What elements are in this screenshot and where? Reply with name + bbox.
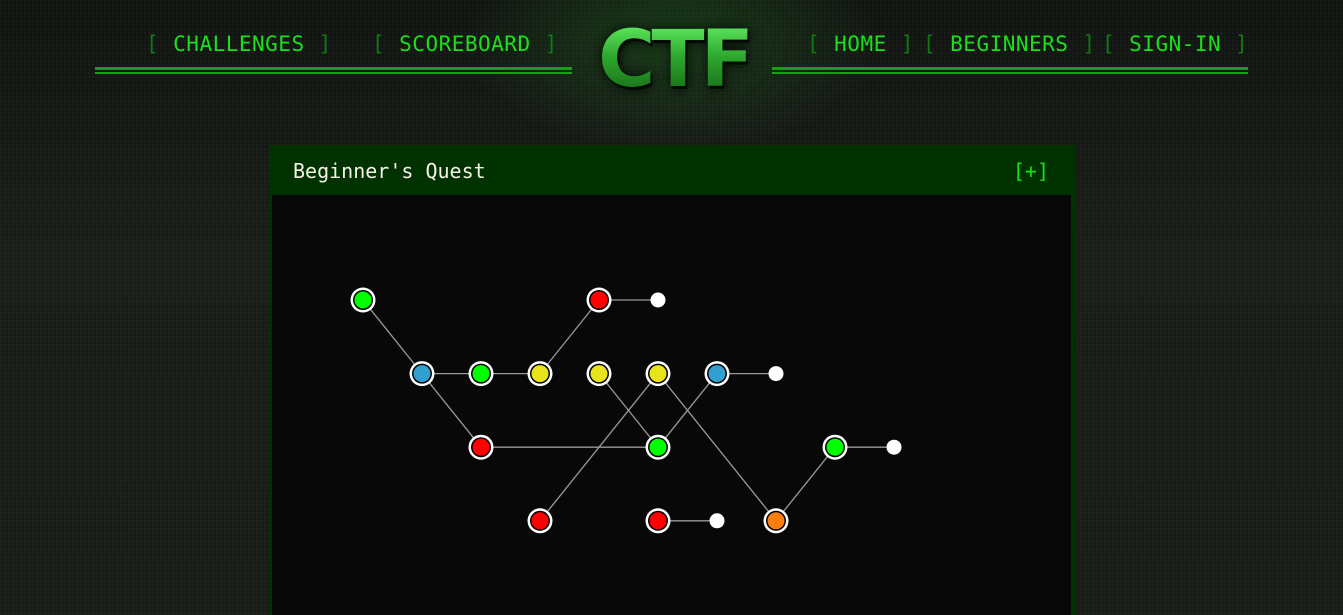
panel-title: Beginner's Quest xyxy=(293,159,486,183)
node-fill xyxy=(767,512,785,530)
challenge-node-green[interactable] xyxy=(350,287,376,313)
panel-header: Beginner's Quest [+] xyxy=(269,145,1075,195)
end-dot xyxy=(650,292,666,308)
edge-layer xyxy=(362,299,894,522)
bracket-close: ] xyxy=(544,32,558,56)
node-fill xyxy=(531,365,549,383)
challenge-node-yellow[interactable] xyxy=(645,361,671,387)
nav-label: BEGINNERS xyxy=(950,32,1069,56)
challenge-node-blue[interactable] xyxy=(409,361,435,387)
node-fill xyxy=(590,365,608,383)
nav-label: HOME xyxy=(834,32,887,56)
node-fill xyxy=(649,365,667,383)
challenge-node-green[interactable] xyxy=(468,361,494,387)
bracket-close: ] xyxy=(318,32,332,56)
node-fill xyxy=(708,365,726,383)
site-header: [ CHALLENGES] [ SCOREBOARD] CTF [ HOME] [ BE… xyxy=(0,0,1343,145)
quest-graph xyxy=(350,287,902,534)
quest-end-marker xyxy=(768,366,784,382)
header-rule-right xyxy=(772,67,1248,74)
expand-toggle-button[interactable]: [+] xyxy=(1013,159,1049,183)
bracket-close: ] xyxy=(1082,32,1096,56)
bracket-open: [ xyxy=(1102,32,1116,56)
quest-map xyxy=(272,195,1071,615)
nav-label: CHALLENGES xyxy=(173,32,305,56)
bracket-open: [ xyxy=(807,32,821,56)
challenge-node-red[interactable] xyxy=(468,434,494,460)
ctf-logo[interactable]: CTF xyxy=(576,21,772,99)
quest-edge xyxy=(775,446,836,522)
quest-end-marker xyxy=(886,439,902,455)
header-rule-left xyxy=(95,67,572,74)
quest-edge xyxy=(362,299,423,375)
challenge-node-red[interactable] xyxy=(586,287,612,313)
nav-label: SCOREBOARD xyxy=(399,32,531,56)
nav-beginners[interactable]: [ BEGINNERS] xyxy=(923,30,1096,58)
challenge-node-green[interactable] xyxy=(822,434,848,460)
node-fill xyxy=(472,365,490,383)
quest-end-marker xyxy=(650,292,666,308)
challenge-node-blue[interactable] xyxy=(704,361,730,387)
node-fill xyxy=(649,512,667,530)
node-fill xyxy=(472,438,490,456)
node-layer xyxy=(350,287,902,534)
challenge-node-orange[interactable] xyxy=(763,508,789,534)
end-dot xyxy=(709,513,725,529)
bracket-open: [ xyxy=(146,32,160,56)
bracket-open: [ xyxy=(923,32,937,56)
challenge-node-green[interactable] xyxy=(645,434,671,460)
beginners-quest-panel: Beginner's Quest [+] xyxy=(269,145,1075,615)
nav-challenges[interactable]: [ CHALLENGES] xyxy=(146,30,332,58)
node-fill xyxy=(649,438,667,456)
nav-scoreboard[interactable]: [ SCOREBOARD] xyxy=(372,30,558,58)
nav-sign-in[interactable]: [ SIGN-IN] xyxy=(1102,30,1248,58)
node-fill xyxy=(531,512,549,530)
nav-label: SIGN-IN xyxy=(1129,32,1222,56)
quest-edge xyxy=(539,299,600,375)
quest-edge xyxy=(421,373,482,448)
end-dot xyxy=(768,366,784,382)
challenge-node-yellow[interactable] xyxy=(586,361,612,387)
quest-edge xyxy=(657,373,777,522)
node-fill xyxy=(413,365,431,383)
bracket-open: [ xyxy=(372,32,386,56)
quest-end-marker xyxy=(709,513,725,529)
node-fill xyxy=(590,291,608,309)
bracket-close: ] xyxy=(900,32,914,56)
bracket-close: ] xyxy=(1235,32,1249,56)
end-dot xyxy=(886,439,902,455)
challenge-node-yellow[interactable] xyxy=(527,361,553,387)
challenge-node-red[interactable] xyxy=(527,508,553,534)
challenge-node-red[interactable] xyxy=(645,508,671,534)
nav-home[interactable]: [ HOME] xyxy=(807,30,914,58)
node-fill xyxy=(826,438,844,456)
node-fill xyxy=(354,291,372,309)
